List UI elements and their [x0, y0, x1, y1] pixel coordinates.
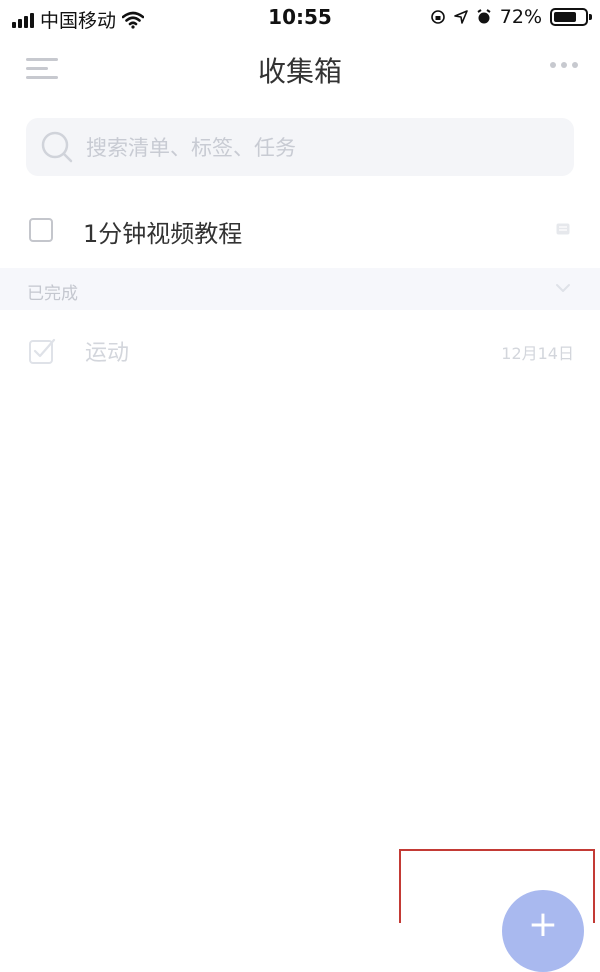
battery-icon: [550, 8, 592, 26]
search-placeholder: 搜索清单、标签、任务: [86, 136, 296, 160]
task-checkbox[interactable]: [29, 218, 53, 242]
status-bar-right: 72%: [430, 6, 592, 28]
status-bar: 中国移动 10:55 72%: [0, 0, 600, 36]
add-icon: +: [527, 904, 559, 945]
search-icon: [41, 131, 73, 163]
alarm-icon: [477, 9, 491, 24]
add-task-button[interactable]: +: [502, 890, 584, 972]
completed-task-title: 运动: [85, 341, 130, 366]
rotation-lock-icon: [430, 10, 445, 24]
search-input[interactable]: 搜索清单、标签、任务: [26, 118, 574, 176]
more-icon[interactable]: [550, 62, 578, 68]
completed-task-item[interactable]: 运动 12月14日: [0, 322, 600, 378]
note-icon: [556, 223, 570, 235]
page-title: 收集箱: [257, 55, 342, 88]
battery-percent: 72%: [499, 6, 542, 28]
task-title: 1分钟视频教程: [83, 220, 243, 248]
nav-bar: 收集箱: [0, 36, 600, 102]
location-icon: [453, 10, 468, 24]
completed-section-header[interactable]: 已完成: [0, 268, 600, 310]
checked-checkbox-icon[interactable]: [28, 337, 56, 365]
chevron-down-icon[interactable]: [554, 279, 572, 297]
completed-task-date: 12月14日: [501, 344, 574, 363]
completed-section-label: 已完成: [27, 284, 78, 304]
task-item[interactable]: 1分钟视频教程: [0, 200, 600, 260]
